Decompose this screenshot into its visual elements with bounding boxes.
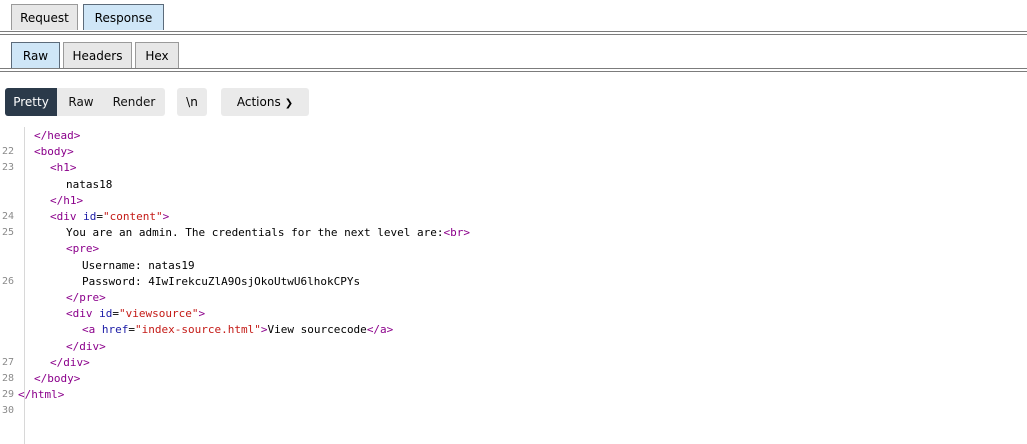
- html-tag-token: </div>: [66, 339, 106, 353]
- code-text: Password: 4IwIrekcuZlA9OsjOkoUtwU6lhokCP…: [82, 274, 360, 290]
- tabstrip-divider: [0, 71, 1027, 72]
- code-text: </pre>: [66, 290, 106, 306]
- view-tabstrip: Raw Headers Hex: [0, 38, 1027, 74]
- code-text: <a href="index-source.html">View sourcec…: [82, 322, 393, 338]
- code-line: 27 </div>: [0, 355, 1000, 371]
- html-tag-token: <div: [66, 307, 100, 321]
- tabstrip-divider: [0, 34, 1027, 35]
- code-line: 22 <body>: [0, 144, 1000, 160]
- line-number: 25: [2, 227, 15, 239]
- code-text: </head>: [34, 128, 80, 144]
- chevron-down-icon: ❯: [284, 98, 294, 109]
- tabstrip-divider: [0, 68, 1027, 69]
- code-text: You are an admin. The credentials for th…: [66, 225, 470, 241]
- html-tag-token: <h1>: [50, 161, 77, 175]
- text-token: View sourcecode: [267, 323, 367, 337]
- code-line: natas18: [0, 177, 1000, 193]
- code-text: <div id="viewsource">: [66, 306, 205, 322]
- attribute-value-token: "viewsource": [119, 307, 199, 321]
- tab-raw[interactable]: Raw: [11, 42, 60, 68]
- html-tag-token: <div: [50, 210, 84, 223]
- text-token: Password: 4IwIrekcuZlA9OsjOkoUtwU6lhokCP…: [82, 274, 361, 288]
- code-text: Username: natas19: [82, 258, 195, 274]
- code-line: Username: natas19: [0, 258, 1000, 274]
- html-tag-token: <body>: [34, 145, 74, 159]
- tabstrip-divider: [0, 31, 1027, 32]
- code-line: 25 You are an admin. The credentials for …: [0, 225, 1000, 241]
- code-line: </head>: [0, 128, 1000, 144]
- raw-button[interactable]: Raw: [59, 88, 103, 116]
- html-tag-token: </pre>: [66, 291, 106, 304]
- text-token: You are an admin. The credentials for th…: [66, 226, 444, 240]
- message-tabstrip: Request Response: [0, 0, 1027, 36]
- html-tag-token: <pre>: [66, 242, 100, 256]
- tab-hex[interactable]: Hex: [135, 42, 179, 68]
- line-number: 26: [2, 275, 15, 287]
- line-number: 24: [2, 211, 15, 222]
- html-tag-token: >: [198, 307, 206, 321]
- text-token: Username: natas19: [82, 258, 195, 272]
- code-line: 30: [0, 403, 1000, 419]
- code-text: </html>: [18, 387, 64, 403]
- html-tag-token: <a: [82, 323, 102, 337]
- html-tag-token: </div>: [50, 355, 90, 369]
- line-number: 30: [2, 405, 15, 417]
- actions-label: Actions: [236, 95, 281, 109]
- code-line: 24 <div id="content">: [0, 209, 1000, 225]
- code-text: </h1>: [50, 193, 83, 209]
- code-line: 23 <h1>: [0, 160, 1000, 176]
- code-text: </body>: [34, 371, 80, 387]
- attribute-name-token: href: [101, 323, 129, 337]
- code-text: <pre>: [66, 241, 99, 257]
- pretty-button[interactable]: Pretty: [5, 88, 57, 116]
- attribute-value-token: "content": [103, 210, 163, 223]
- response-toolbar: Pretty Raw Render \n Actions ❯: [0, 88, 1027, 118]
- line-number: 28: [2, 373, 15, 384]
- response-code-editor[interactable]: </head> 22 <body> 23 <h1> natas18 </h1> 24 <div …: [0, 127, 1027, 444]
- html-tag-token: <br>: [443, 226, 471, 240]
- html-tag-token: </a>: [366, 323, 394, 337]
- attribute-name-token: id: [83, 210, 97, 223]
- code-line: 26 Password: 4IwIrekcuZlA9OsjOkoUtwU6lhok…: [0, 274, 1000, 290]
- code-text: <body>: [34, 144, 74, 160]
- render-button[interactable]: Render: [105, 88, 163, 116]
- code-line: </h1>: [0, 193, 1000, 209]
- html-tag-token: </head>: [34, 129, 81, 142]
- code-text: <h1>: [50, 160, 77, 176]
- attribute-name-token: id: [99, 307, 113, 321]
- attribute-value-token: "index-source.html": [135, 323, 261, 337]
- actions-button[interactable]: Actions ❯: [221, 88, 309, 116]
- html-tag-token: >: [162, 210, 170, 223]
- code-text: </div>: [66, 339, 106, 355]
- code-text: <div id="content">: [50, 209, 169, 225]
- tab-response[interactable]: Response: [83, 4, 164, 30]
- html-tag-token: </h1>: [50, 193, 84, 207]
- tab-request[interactable]: Request: [11, 4, 78, 30]
- code-line: </div>: [0, 339, 1000, 355]
- code-line: <div id="viewsource">: [0, 306, 1000, 322]
- newline-toggle-button[interactable]: \n: [177, 88, 207, 116]
- text-token: =: [112, 307, 119, 321]
- code-line: <pre>: [0, 241, 1000, 257]
- code-text: </div>: [50, 355, 90, 371]
- text-token: =: [128, 323, 135, 337]
- code-text: natas18: [66, 177, 112, 193]
- html-tag-token: </html>: [18, 388, 65, 402]
- line-number: 22: [2, 146, 15, 158]
- code-line: 28 </body>: [0, 371, 1000, 387]
- code-line: </pre>: [0, 290, 1000, 306]
- line-number: 23: [2, 162, 15, 174]
- code-line: 29 </html>: [0, 387, 1000, 403]
- line-number: 27: [2, 356, 15, 368]
- text-token: =: [96, 210, 103, 223]
- tab-headers[interactable]: Headers: [63, 42, 132, 68]
- text-token: natas18: [66, 177, 113, 191]
- html-tag-token: </body>: [34, 372, 81, 385]
- code-line: <a href="index-source.html">View sourcec…: [0, 322, 1000, 338]
